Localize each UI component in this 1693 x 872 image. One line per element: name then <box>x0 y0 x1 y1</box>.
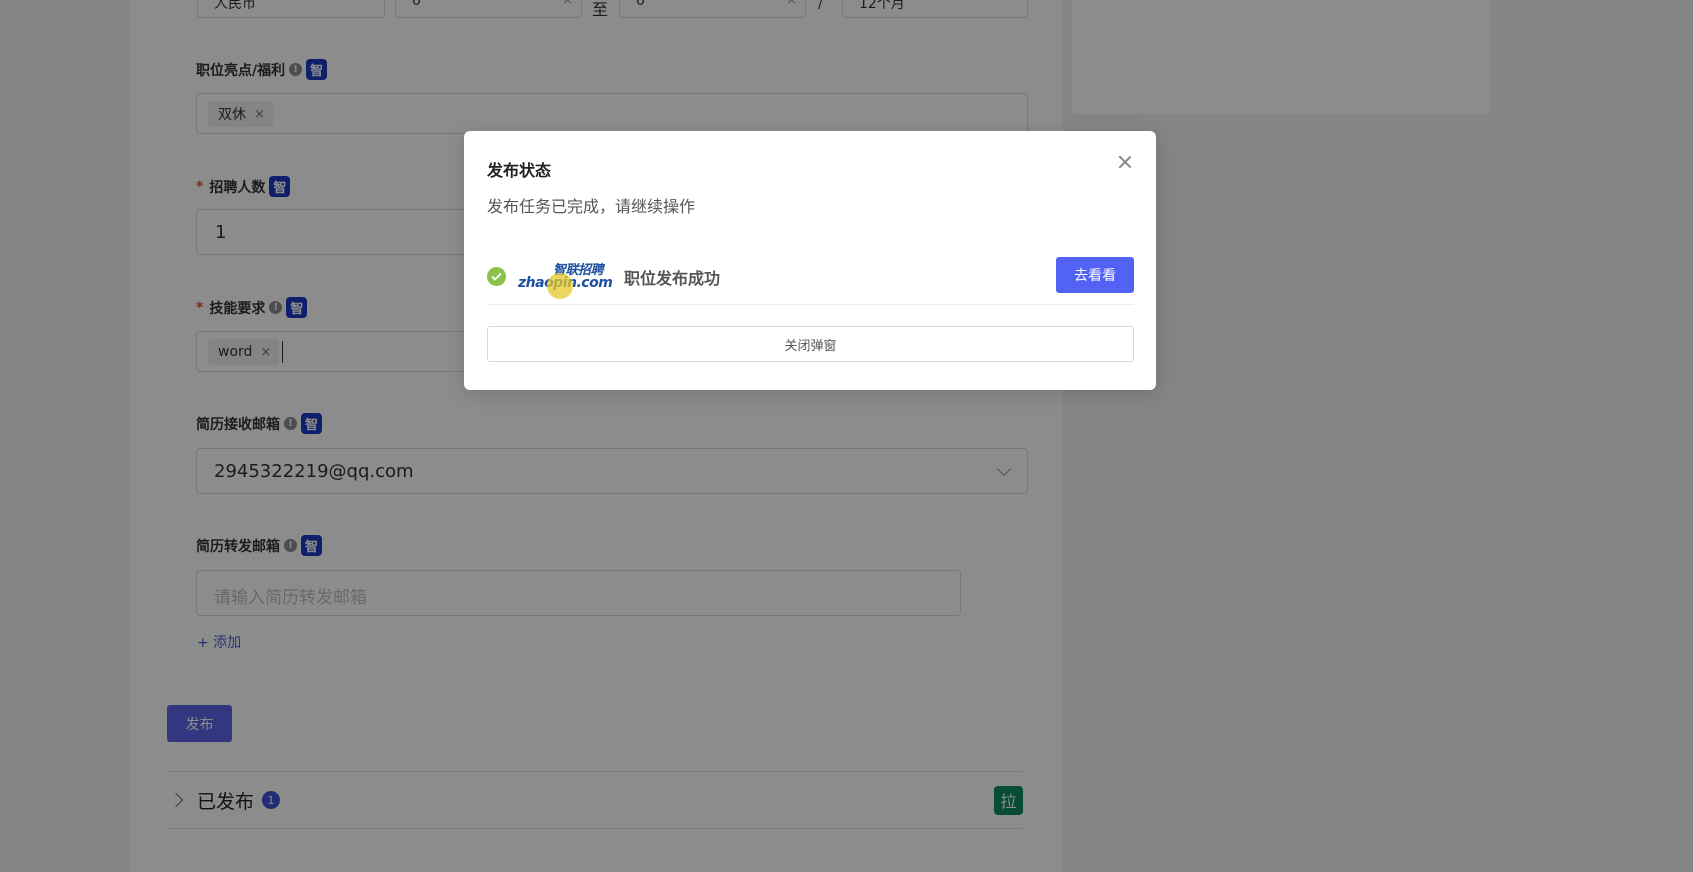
publish-result-row: 智联招聘 zhaopin.com 职位发布成功 去看看 <box>487 249 1134 305</box>
publish-status-modal: 发布状态 发布任务已完成，请继续操作 智联招聘 zhaopin.com 职位发布… <box>464 131 1156 390</box>
mouse-cursor-highlight <box>547 272 573 299</box>
zhaopin-logo: 智联招聘 zhaopin.com <box>518 257 613 299</box>
close-icon[interactable] <box>1116 153 1134 171</box>
close-modal-button[interactable]: 关闭弹窗 <box>487 326 1134 362</box>
modal-title: 发布状态 <box>487 161 552 180</box>
modal-subtitle: 发布任务已完成，请继续操作 <box>487 197 696 216</box>
view-button[interactable]: 去看看 <box>1056 257 1134 293</box>
publish-result-message: 职位发布成功 <box>624 268 721 288</box>
check-circle-icon <box>487 267 506 286</box>
